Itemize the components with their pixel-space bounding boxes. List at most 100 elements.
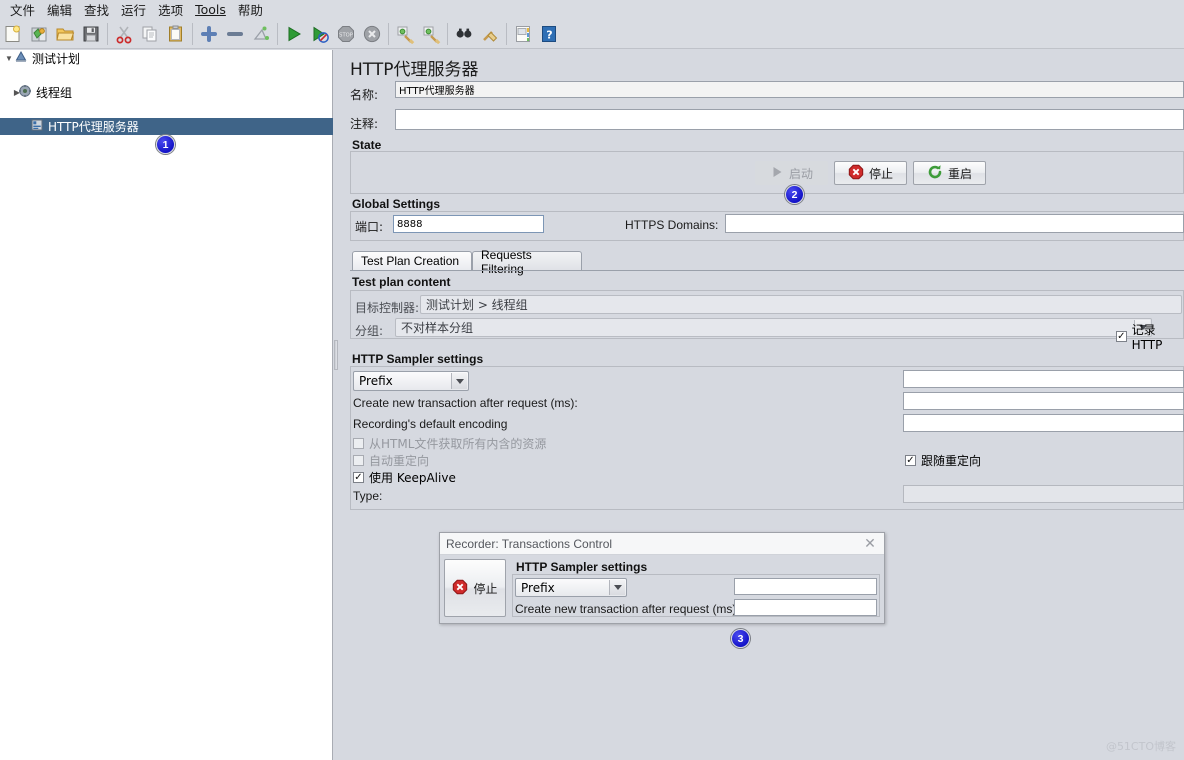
chevron-down-icon[interactable] [609,580,625,595]
menu-item-file[interactable]: 文件 [4,0,41,20]
menu-item-help[interactable]: 帮助 [232,0,269,20]
shutdown-icon[interactable] [359,21,385,47]
checkbox-box: ✓ [1116,330,1127,342]
tab-requests-filtering[interactable]: Requests Filtering [472,248,582,276]
checkbox-box: ✓ [353,471,364,483]
name-input[interactable]: HTTP代理服务器 [395,81,1184,98]
dialog-transaction-input[interactable] [734,599,877,616]
start-icon[interactable] [281,21,307,47]
clear-all-icon[interactable] [418,21,444,47]
chevron-down-icon[interactable]: ▼ [4,54,14,63]
annotation-badge-3: 3 [731,629,750,648]
tree-node-label: 线程组 [36,86,73,100]
state-group-title: State [352,138,382,152]
menu-label: 选项 [158,3,184,18]
clear-icon[interactable] [392,21,418,47]
menu-item-run[interactable]: 运行 [115,0,152,20]
comment-input[interactable] [395,109,1184,130]
target-controller-combo[interactable]: 测试计划 > 线程组 [420,295,1182,314]
splitter-grip[interactable] [334,340,338,370]
expand-all-icon[interactable] [196,21,222,47]
close-icon[interactable]: ✕ [863,536,877,551]
recorder-transactions-control-dialog[interactable]: Recorder: Transactions Control ✕ 停止 HTTP… [439,532,885,624]
follow-redirects-checkbox[interactable]: ✓ 跟随重定向 [905,452,981,469]
thread-group-icon [18,84,32,101]
watermark: @51CTO博客 [1105,740,1176,753]
dialog-stop-button[interactable]: 停止 [444,559,506,617]
stop-circle-icon [848,164,864,183]
checkbox-box: ✓ [905,454,916,466]
tab-label: Test Plan Creation [361,254,460,268]
name-label: 名称: [350,88,379,102]
menu-item-search[interactable]: 查找 [78,0,115,20]
toolbar-separator [506,22,507,45]
tab-test-plan-creation[interactable]: Test Plan Creation [352,251,472,271]
start-button-label: 启动 [788,166,813,181]
grouping-combo[interactable]: 不对样本分组 [395,318,1152,337]
retrieve-embedded-resources-checkbox[interactable]: 从HTML文件获取所有内含的资源 [353,435,546,452]
menu-label: 查找 [84,3,110,18]
https-domains-label: HTTPS Domains: [625,218,719,232]
port-input[interactable]: 8888 [393,215,544,233]
menu-bar: 文件 编辑 查找 运行 选项 Tools 帮助 [0,0,1184,19]
cut-icon[interactable] [111,21,137,47]
toolbar-separator [447,22,448,45]
use-keepalive-checkbox[interactable]: ✓ 使用 KeepAlive [353,469,456,486]
menu-item-options[interactable]: 选项 [152,0,189,20]
search-icon[interactable] [451,21,477,47]
record-http-checkbox[interactable]: ✓ 记录HTTP [1116,321,1184,352]
test-plan-tree[interactable]: ▼ 测试计划 ▶ 线程组 HTTP代理服务器 1 [0,50,363,760]
restart-button[interactable]: 重启 [913,161,986,185]
dialog-prefix-combo[interactable]: Prefix [515,578,627,597]
start-button[interactable]: 启动 [755,161,828,185]
tree-node-test-plan[interactable]: ▼ 测试计划 [0,50,332,67]
prefix-combo[interactable]: Prefix [353,371,469,391]
port-label: 端口: [355,220,384,234]
encoding-input[interactable] [903,414,1184,432]
https-domains-input[interactable] [725,214,1184,233]
new-icon[interactable] [0,21,26,47]
open-folder-icon[interactable] [52,21,78,47]
tree-node-label: 测试计划 [32,52,81,66]
dialog-sampler-settings-title: HTTP Sampler settings [516,560,648,574]
tab-underline [350,270,1184,271]
paste-icon[interactable] [163,21,189,47]
stop-button[interactable]: 停止 [834,161,907,185]
start-triangle-icon [770,165,784,182]
toolbar: STOP ? [0,19,1184,49]
http-proxy-icon [30,118,44,135]
save-icon[interactable] [78,21,104,47]
svg-text:STOP: STOP [339,32,353,38]
auto-redirect-checkbox[interactable]: 自动重定向 [353,452,429,469]
prefix-text-input[interactable] [903,370,1184,388]
tree-node-http-proxy-server[interactable]: HTTP代理服务器 [0,118,363,135]
menu-item-tools[interactable]: Tools [189,1,232,18]
encoding-label: Recording's default encoding [353,417,508,431]
transaction-interval-label: Create new transaction after request (ms… [353,396,578,410]
function-helper-icon[interactable] [510,21,536,47]
copy-icon[interactable] [137,21,163,47]
transaction-interval-input[interactable] [903,392,1184,410]
panel-splitter[interactable] [333,50,340,760]
menu-item-edit[interactable]: 编辑 [41,0,78,20]
templates-icon[interactable] [26,21,52,47]
menu-label: 帮助 [237,3,263,18]
toolbar-separator [388,22,389,45]
tree-node-thread-group[interactable]: ▶ 线程组 [0,84,332,101]
chevron-down-icon[interactable] [451,373,467,389]
dialog-title-bar[interactable]: Recorder: Transactions Control ✕ [440,533,884,555]
menu-label: Tools [195,2,226,17]
prefix-value: Prefix [359,374,393,388]
help-icon[interactable]: ? [536,21,562,47]
stop-icon[interactable]: STOP [333,21,359,47]
stop-circle-icon [452,579,468,598]
menu-label: 编辑 [47,3,73,18]
collapse-all-icon[interactable] [222,21,248,47]
toolbar-separator [277,22,278,45]
annotation-badge-1: 1 [156,135,175,154]
reset-search-icon[interactable] [477,21,503,47]
toggle-icon[interactable] [248,21,274,47]
tree-node-label: HTTP代理服务器 [48,120,139,134]
dialog-prefix-input[interactable] [734,578,877,595]
start-no-pauses-icon[interactable] [307,21,333,47]
